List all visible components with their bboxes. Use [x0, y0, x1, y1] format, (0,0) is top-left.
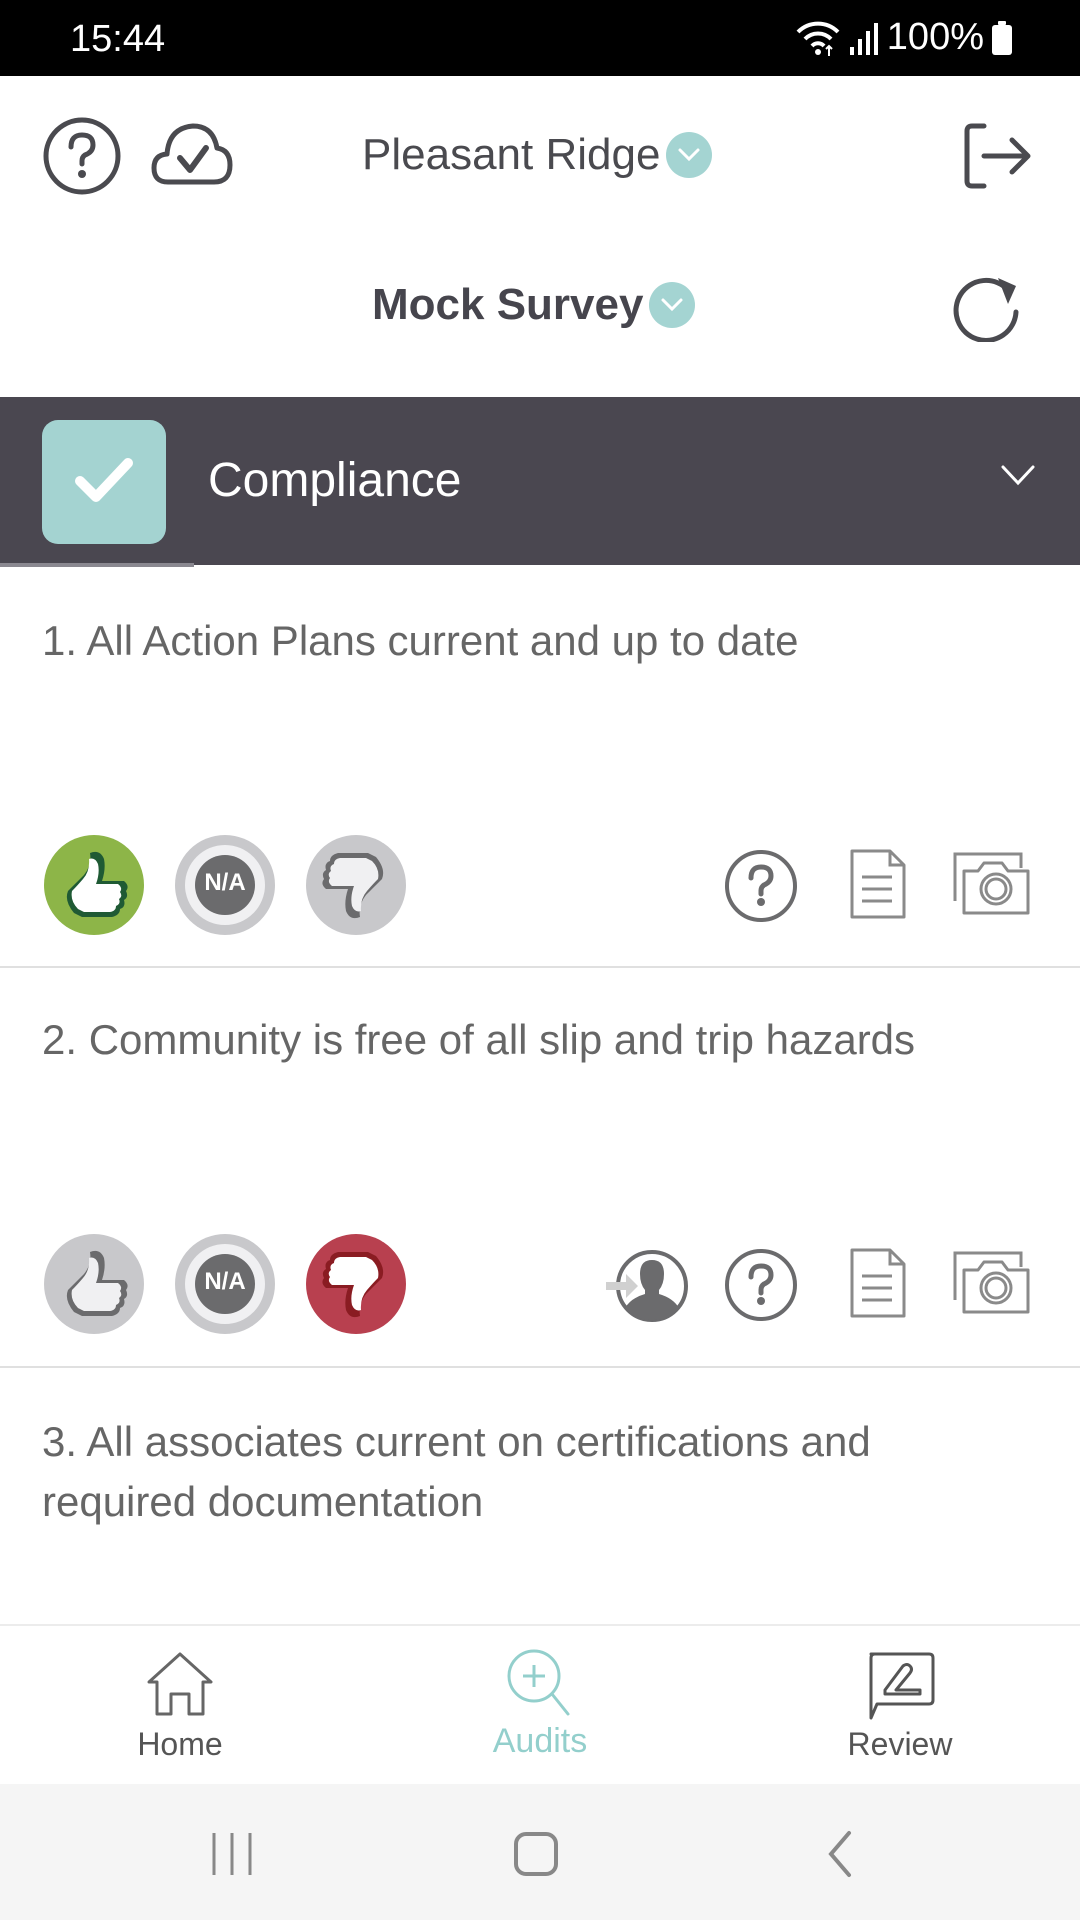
nav-audits[interactable]: Audits [440, 1626, 640, 1786]
bottom-navigation: Home Audits Review [0, 1624, 1080, 1784]
question-item: 2. Community is free of all slip and tri… [0, 968, 1080, 1368]
nav-review-label: Review [847, 1726, 953, 1762]
help-circle-icon [724, 850, 798, 927]
answer-yes-button[interactable] [44, 1234, 144, 1334]
refresh-icon [952, 278, 1026, 346]
nav-home[interactable]: Home [80, 1626, 280, 1786]
nav-review[interactable]: Review [800, 1626, 1000, 1786]
na-label: N/A [204, 869, 246, 896]
thumbs-down-icon [306, 835, 406, 939]
home-icon [147, 1652, 213, 1716]
section-header-compliance[interactable]: Compliance [0, 397, 1080, 567]
status-icons: 100% [795, 16, 1012, 59]
recent-apps-button[interactable] [172, 1814, 292, 1894]
chevron-down-icon [666, 132, 713, 178]
help-circle-icon [42, 117, 122, 200]
camera-icon [952, 1251, 1032, 1320]
home-system-button[interactable] [476, 1814, 596, 1894]
photo-button[interactable] [952, 851, 1032, 922]
thumbs-up-icon [44, 1234, 144, 1338]
sync-button[interactable] [150, 122, 234, 193]
cloud-check-icon [150, 123, 234, 192]
help-button[interactable] [42, 116, 122, 201]
site-name: Pleasant Ridge [362, 130, 661, 179]
answer-no-button[interactable] [306, 835, 406, 935]
answer-yes-button[interactable] [44, 835, 144, 935]
site-selector[interactable]: Pleasant Ridge [362, 130, 713, 180]
back-chevron-icon [828, 1831, 851, 1877]
assign-button[interactable] [604, 1248, 690, 1329]
battery-percent: 100% [886, 16, 984, 58]
home-square-icon [514, 1832, 558, 1876]
logout-button[interactable] [962, 122, 1032, 195]
answer-na-button[interactable]: N/A [175, 835, 275, 935]
logout-icon [962, 123, 1032, 194]
nav-audits-label: Audits [492, 1722, 588, 1760]
refresh-button[interactable] [952, 268, 1026, 347]
thumbs-up-icon [44, 835, 144, 939]
chevron-down-icon[interactable] [1000, 463, 1036, 492]
question-text: 2. Community is free of all slip and tri… [42, 1016, 916, 1063]
app-header: Pleasant Ridge Mock Survey [0, 76, 1080, 396]
checkmark-icon [74, 457, 134, 508]
status-time: 15:44 [70, 18, 166, 60]
audit-search-icon [507, 1649, 570, 1716]
question-text: 1. All Action Plans current and up to da… [42, 617, 799, 664]
recent-apps-icon [212, 1833, 252, 1875]
question-item: 1. All Action Plans current and up to da… [0, 565, 1080, 968]
help-button[interactable] [724, 849, 798, 928]
photo-button[interactable] [952, 1250, 1032, 1321]
thumbs-down-icon [306, 1234, 406, 1338]
section-title: Compliance [208, 454, 462, 507]
na-label: N/A [204, 1268, 246, 1295]
survey-selector[interactable]: Mock Survey [372, 280, 696, 330]
system-navigation-bar [0, 1784, 1080, 1920]
review-icon [869, 1652, 935, 1720]
chevron-down-icon [649, 282, 696, 328]
status-bar: 15:44 100% [0, 0, 1080, 76]
answer-no-button[interactable] [306, 1234, 406, 1334]
notes-button[interactable] [850, 1248, 906, 1323]
nav-home-label: Home [137, 1726, 223, 1762]
survey-name: Mock Survey [372, 280, 644, 329]
help-button[interactable] [724, 1248, 798, 1327]
question-item: 3. All associates current on certificati… [0, 1368, 1080, 1624]
back-button[interactable] [780, 1814, 900, 1894]
notes-button[interactable] [850, 849, 906, 924]
camera-icon [952, 852, 1032, 921]
help-circle-icon [724, 1249, 798, 1326]
answer-na-button[interactable]: N/A [175, 1234, 275, 1334]
assign-user-icon [604, 1250, 690, 1328]
question-text: 3. All associates current on certificati… [42, 1418, 871, 1525]
document-icon [850, 1248, 906, 1322]
document-icon [850, 849, 906, 923]
signal-icon [849, 21, 879, 55]
battery-icon [992, 20, 1012, 55]
section-checkbox[interactable] [42, 420, 166, 544]
wifi-icon [795, 18, 841, 58]
